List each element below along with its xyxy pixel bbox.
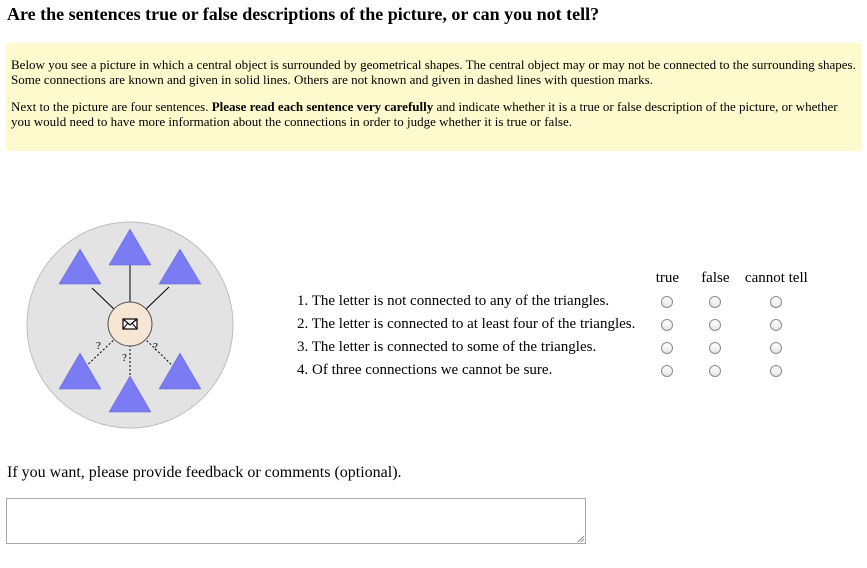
- column-header-true: true: [655, 269, 680, 286]
- shapes-figure: ? ? ?: [26, 221, 234, 429]
- instructions-paragraph-1: Below you see a picture in which a centr…: [11, 57, 856, 87]
- envelope-icon: [122, 318, 138, 330]
- header-spacer: [290, 266, 643, 290]
- radio-true[interactable]: [661, 341, 674, 354]
- radio-false[interactable]: [709, 295, 722, 308]
- sentence-row: 3. The letter is connected to some of th…: [290, 336, 813, 359]
- column-header-cannot-tell: cannot tell: [744, 269, 808, 286]
- radio-cannot-tell[interactable]: [770, 364, 783, 377]
- instructions-emphasis: Please read each sentence very carefully: [211, 99, 434, 114]
- feedback-label: If you want, please provide feedback or …: [7, 464, 402, 481]
- radio-cannot-tell[interactable]: [770, 295, 783, 308]
- table-header-row: true false cannot tell: [290, 266, 813, 290]
- sentence-row: 4. Of three connections we cannot be sur…: [290, 359, 813, 382]
- radio-true[interactable]: [661, 295, 674, 308]
- sentence-text: 2. The letter is connected to at least f…: [297, 316, 636, 332]
- question-mark: ?: [153, 341, 158, 353]
- sentence-text: 1. The letter is not connected to any of…: [297, 293, 610, 309]
- judgement-table: true false cannot tell 1. The letter is …: [290, 266, 813, 382]
- radio-false[interactable]: [709, 318, 722, 331]
- page-title: Are the sentences true or false descript…: [7, 4, 600, 24]
- sentence-text: 4. Of three connections we cannot be sur…: [297, 362, 553, 378]
- radio-true[interactable]: [661, 318, 674, 331]
- question-mark: ?: [96, 340, 101, 352]
- sentence-row: 1. The letter is not connected to any of…: [290, 290, 813, 313]
- feedback-textarea[interactable]: [6, 498, 586, 544]
- column-header-false: false: [701, 269, 730, 286]
- instructions-paragraph-2: Next to the picture are four sentences. …: [11, 99, 857, 129]
- instructions-box: Below you see a picture in which a centr…: [6, 43, 862, 151]
- radio-true[interactable]: [661, 364, 674, 377]
- radio-cannot-tell[interactable]: [770, 341, 783, 354]
- instructions-text: Next to the picture are four sentences.: [11, 99, 212, 114]
- sentence-text: 3. The letter is connected to some of th…: [297, 339, 597, 355]
- radio-cannot-tell[interactable]: [770, 318, 783, 331]
- sentence-row: 2. The letter is connected to at least f…: [290, 313, 813, 336]
- radio-false[interactable]: [709, 341, 722, 354]
- question-mark: ?: [122, 352, 127, 364]
- radio-false[interactable]: [709, 364, 722, 377]
